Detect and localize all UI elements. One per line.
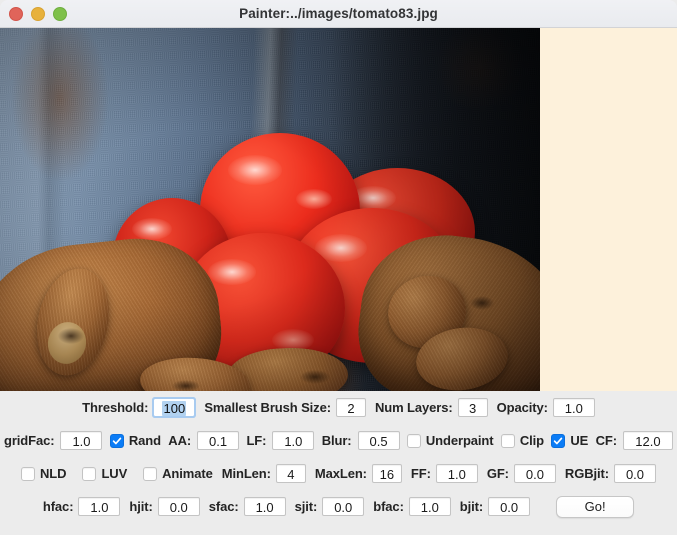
- sfac-label: sfac:: [208, 499, 239, 514]
- canvas-area[interactable]: [0, 28, 677, 391]
- clip-label: Clip: [519, 433, 545, 448]
- maximize-button[interactable]: [53, 6, 67, 21]
- luv-checkbox-group[interactable]: LUV: [82, 466, 127, 481]
- window-title: Painter:../images/tomato83.jpg: [239, 6, 438, 21]
- animate-label: Animate: [162, 466, 213, 481]
- bjit-label: bjit:: [459, 499, 484, 514]
- animate-checkbox-group[interactable]: Animate: [143, 466, 213, 481]
- cf-input[interactable]: 12.0: [622, 431, 673, 450]
- maxlen-label: MaxLen:: [314, 466, 367, 481]
- rand-label: Rand: [128, 433, 161, 448]
- hjit-label: hjit:: [129, 499, 153, 514]
- dirt-spot: [300, 370, 330, 384]
- lf-input[interactable]: 1.0: [272, 431, 315, 450]
- controls-panel: Threshold: 100 Smallest Brush Size: 2 Nu…: [0, 391, 677, 535]
- gridfac-label: gridFac:: [4, 433, 55, 448]
- num-layers-label: Num Layers:: [374, 400, 453, 415]
- controls-row-3: NLD LUV Animate MinLen: 4 MaxLen: 16 FF:…: [0, 457, 677, 490]
- smallest-brush-size-label: Smallest Brush Size:: [204, 400, 331, 415]
- hfac-input[interactable]: 1.0: [78, 497, 121, 516]
- titlebar[interactable]: Painter:../images/tomato83.jpg: [0, 0, 677, 28]
- bfac-input[interactable]: 1.0: [408, 497, 451, 516]
- underpaint-checkbox-group[interactable]: Underpaint: [406, 433, 494, 448]
- gridfac-group: gridFac: 1.0: [4, 431, 103, 450]
- aa-input[interactable]: 0.1: [197, 431, 240, 450]
- dirt-spot: [470, 296, 494, 310]
- minlen-label: MinLen:: [221, 466, 271, 481]
- threshold-value: 100: [162, 401, 187, 416]
- aa-group: AA: 0.1: [168, 431, 240, 450]
- threshold-input[interactable]: 100: [152, 397, 197, 418]
- checkmark-icon[interactable]: [109, 433, 124, 448]
- source-photo[interactable]: [0, 28, 540, 391]
- painter-window: Painter:../images/tomato83.jpg Threshold…: [0, 0, 677, 535]
- blur-group: Blur: 0.5: [322, 431, 400, 450]
- blur-label: Blur:: [321, 433, 352, 448]
- sfac-input[interactable]: 1.0: [243, 497, 286, 516]
- controls-row-4: hfac: 1.0 hjit: 0.0 sfac: 1.0 sjit: 0.0 …: [0, 490, 677, 523]
- checkmark-icon[interactable]: [551, 433, 566, 448]
- threshold-label: Threshold:: [82, 400, 149, 415]
- opacity-label: Opacity:: [496, 400, 548, 415]
- go-button[interactable]: Go!: [556, 495, 635, 518]
- minlen-input[interactable]: 4: [275, 464, 306, 483]
- checkbox-icon[interactable]: [82, 466, 97, 481]
- bfac-label: bfac:: [373, 499, 404, 514]
- dirt-spot: [172, 380, 200, 391]
- ue-checkbox-group[interactable]: UE: [551, 433, 588, 448]
- clip-checkbox-group[interactable]: Clip: [500, 433, 545, 448]
- gf-label: GF:: [486, 466, 509, 481]
- tomato-highlight: [296, 189, 332, 209]
- nld-checkbox-group[interactable]: NLD: [21, 466, 67, 481]
- minimize-button[interactable]: [31, 6, 45, 21]
- lf-group: LF: 1.0: [246, 431, 315, 450]
- rgbjit-input[interactable]: 0.0: [613, 464, 656, 483]
- bjit-input[interactable]: 0.0: [488, 497, 531, 516]
- sjit-input[interactable]: 0.0: [322, 497, 365, 516]
- checkbox-icon[interactable]: [406, 433, 421, 448]
- gf-input[interactable]: 0.0: [513, 464, 556, 483]
- checkbox-icon[interactable]: [21, 466, 36, 481]
- cf-group: CF: 12.0: [596, 431, 673, 450]
- sjit-label: sjit:: [294, 499, 318, 514]
- cf-label: CF:: [595, 433, 617, 448]
- checkbox-icon[interactable]: [143, 466, 158, 481]
- ff-input[interactable]: 1.0: [435, 464, 478, 483]
- blur-input[interactable]: 0.5: [357, 431, 400, 450]
- aa-label: AA:: [168, 433, 192, 448]
- rand-checkbox-group[interactable]: Rand: [109, 433, 161, 448]
- rgbjit-label: RGBjit:: [564, 466, 609, 481]
- close-button[interactable]: [9, 6, 23, 21]
- smallest-brush-size-input[interactable]: 2: [335, 398, 366, 417]
- hfac-label: hfac:: [42, 499, 74, 514]
- underpaint-label: Underpaint: [425, 433, 494, 448]
- dirt-spot: [58, 328, 84, 344]
- checkbox-icon[interactable]: [500, 433, 515, 448]
- luv-label: LUV: [101, 466, 128, 481]
- gridfac-input[interactable]: 1.0: [60, 431, 103, 450]
- ue-label: UE: [570, 433, 589, 448]
- num-layers-input[interactable]: 3: [457, 398, 488, 417]
- hjit-input[interactable]: 0.0: [157, 497, 200, 516]
- traffic-light-group: [9, 0, 67, 27]
- controls-row-1: Threshold: 100 Smallest Brush Size: 2 Nu…: [0, 391, 677, 424]
- controls-row-2: gridFac: 1.0 Rand AA: 0.1 LF: 1.0 Blur: …: [0, 424, 677, 457]
- ff-label: FF:: [410, 466, 431, 481]
- maxlen-input[interactable]: 16: [371, 464, 402, 483]
- lf-label: LF:: [246, 433, 267, 448]
- nld-label: NLD: [40, 466, 67, 481]
- opacity-input[interactable]: 1.0: [552, 398, 595, 417]
